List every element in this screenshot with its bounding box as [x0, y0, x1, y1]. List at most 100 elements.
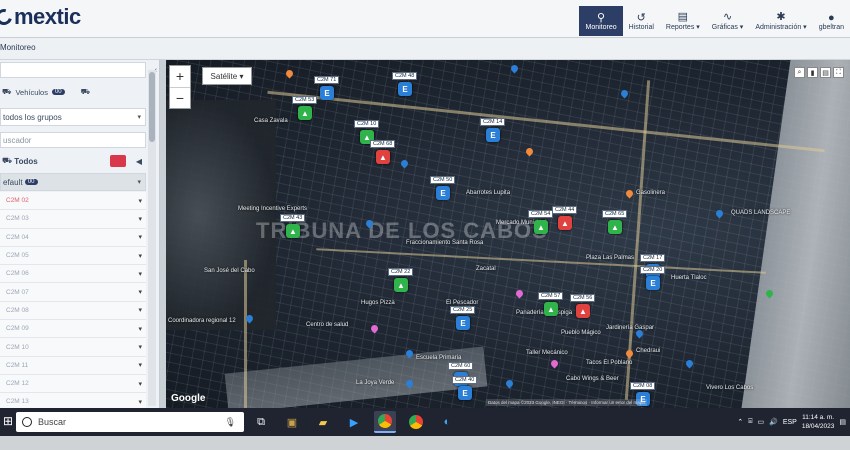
nav-item-4[interactable]: ✱ Administración ▾: [749, 6, 812, 36]
vehicle-marker-icon[interactable]: E: [646, 276, 660, 290]
map-place-label[interactable]: Centro de salud: [306, 322, 348, 328]
map-place-label[interactable]: Escuela Primaria: [416, 355, 461, 361]
list-item[interactable]: C2M 05 ▾: [0, 246, 146, 266]
vehicle-moving-icon[interactable]: ▲: [608, 220, 622, 234]
list-item[interactable]: C2M 07 ▾: [0, 283, 146, 302]
chrome-alt-icon[interactable]: [405, 411, 427, 433]
vehicle-alert-icon[interactable]: ▲: [558, 216, 572, 230]
map-place-label[interactable]: Taller Mecánico: [526, 350, 568, 356]
vehicle-label[interactable]: C2M 40: [452, 376, 478, 384]
map-place-label[interactable]: Coordinadora regional 12: [168, 318, 236, 324]
map-place-label[interactable]: Cabo Wings & Beer: [566, 376, 619, 382]
chevron-down-icon[interactable]: ▾: [138, 380, 142, 388]
todos-row[interactable]: ⛟ Todos ◀: [0, 152, 146, 170]
map-place-label[interactable]: Abarrotes Lupita: [466, 190, 510, 196]
chevron-down-icon[interactable]: ▾: [138, 270, 142, 278]
chevron-down-icon[interactable]: ▾: [138, 288, 142, 296]
groups-select[interactable]: todos los grupos ▾: [0, 108, 146, 126]
list-item[interactable]: C2M 03 ▾: [0, 210, 146, 229]
send-icon[interactable]: ◀: [136, 157, 142, 166]
group-default-row[interactable]: efault 00 ▾: [0, 173, 146, 191]
map-attribution[interactable]: Datos del mapa ©2023 Google, INEGI · Tér…: [486, 399, 647, 406]
vehicle-label[interactable]: C2M 53: [292, 96, 318, 104]
list-item[interactable]: C2M 10 ▾: [0, 338, 146, 357]
map-place-label[interactable]: Tacos El Poblano: [586, 360, 632, 366]
mail-icon[interactable]: [110, 155, 126, 167]
vehicle-label[interactable]: C2M 56: [570, 294, 596, 302]
chevron-down-icon[interactable]: ▾: [138, 233, 142, 241]
vehicle-label[interactable]: C2M 14: [480, 118, 506, 126]
chevron-down-icon[interactable]: ▾: [138, 398, 142, 406]
map-place-label[interactable]: Hugos Pizza: [361, 300, 395, 306]
search-map-icon[interactable]: ⌕: [794, 67, 805, 78]
list-item[interactable]: C2M 02 ▾: [0, 192, 146, 211]
vehicle-label[interactable]: C2M 44: [552, 206, 578, 214]
layers-icon[interactable]: ▤: [820, 67, 831, 78]
map-place-label[interactable]: Fraccionamiento Santa Rosa: [406, 240, 483, 246]
map-place-label[interactable]: Zacatal: [476, 266, 496, 272]
file-explorer-icon[interactable]: ▰: [312, 411, 334, 433]
edge-icon[interactable]: ◐: [436, 411, 458, 433]
vehicle-label[interactable]: C2M 20: [640, 266, 666, 274]
chrome-icon[interactable]: [374, 411, 396, 433]
app-logo[interactable]: mextic: [0, 4, 81, 30]
vehicle-label[interactable]: C2M 17: [640, 254, 666, 262]
tab-other[interactable]: ⛟: [81, 82, 90, 102]
map-place-label[interactable]: San José del Cabo: [204, 268, 255, 274]
chevron-down-icon[interactable]: ▾: [138, 215, 142, 223]
vehicle-moving-icon[interactable]: ▲: [286, 224, 300, 238]
vehicle-label[interactable]: C2M 08: [630, 382, 656, 390]
vehicle-label[interactable]: C2M 10: [354, 120, 380, 128]
vehicle-marker-icon[interactable]: E: [456, 316, 470, 330]
vehicle-moving-icon[interactable]: ▲: [394, 278, 408, 292]
tab-vehicles[interactable]: ⛟ Vehículos 00: [2, 82, 65, 102]
volume-icon[interactable]: 🔊: [769, 418, 778, 426]
vehicle-label[interactable]: C2M 57: [538, 292, 564, 300]
windows-start-icon[interactable]: ⊞: [3, 414, 13, 428]
bookmark-icon[interactable]: ▮: [807, 67, 818, 78]
vehicle-alert-icon[interactable]: ▲: [376, 150, 390, 164]
vehicle-label[interactable]: C2M 22: [388, 268, 414, 276]
vehicle-moving-icon[interactable]: ▲: [534, 220, 548, 234]
map-place-label[interactable]: QUADS LANDSCAPE: [731, 210, 790, 216]
map-place-label[interactable]: Chedraui: [636, 348, 660, 354]
nav-item-0[interactable]: ⚲ Monitoreo: [579, 6, 623, 36]
vehicle-label[interactable]: C2M 60: [448, 362, 474, 370]
vehicle-label[interactable]: C2M 71: [314, 76, 340, 84]
network-icon[interactable]: ⌸: [748, 418, 752, 426]
vehicle-label[interactable]: C2M 43: [280, 214, 306, 222]
chevron-down-icon[interactable]: ▾: [138, 306, 142, 314]
vehicle-marker-icon[interactable]: E: [398, 82, 412, 96]
map-place-label[interactable]: Meeting Incentive Experts: [238, 206, 307, 212]
list-item[interactable]: C2M 04 ▾: [0, 228, 146, 247]
map-place-label[interactable]: La Joya Verde: [356, 380, 394, 386]
vehicle-label[interactable]: C2M 65: [602, 210, 628, 218]
tray-chevron-icon[interactable]: ⌃: [737, 418, 743, 426]
vehicle-marker-icon[interactable]: E: [320, 86, 334, 100]
nav-item-1[interactable]: ↺ Historial: [623, 6, 660, 36]
vehicle-marker-icon[interactable]: E: [458, 386, 472, 400]
map-type-button[interactable]: Satélite ▾: [202, 67, 252, 85]
vehicle-marker-icon[interactable]: E: [486, 128, 500, 142]
language-indicator[interactable]: ESP: [783, 419, 797, 426]
vehicle-alert-icon[interactable]: ▲: [576, 304, 590, 318]
vehicle-label[interactable]: C2M 50: [430, 176, 456, 184]
chevron-down-icon[interactable]: ▾: [138, 343, 142, 351]
chevron-down-icon[interactable]: ▾: [138, 361, 142, 369]
notifications-icon[interactable]: ▤: [839, 418, 846, 426]
list-item[interactable]: C2M 08 ▾: [0, 301, 146, 321]
map-place-label[interactable]: Plaza Las Palmas: [586, 255, 634, 261]
clock[interactable]: 11:14 a. m. 18/04/2023: [802, 413, 835, 431]
nav-item-2[interactable]: ▤ Reportes ▾: [660, 6, 706, 36]
nav-item-5[interactable]: ● gbeltran: [813, 6, 850, 36]
list-item[interactable]: C2M 12 ▾: [0, 374, 146, 394]
vehicle-moving-icon[interactable]: ▲: [298, 106, 312, 120]
map-place-label[interactable]: Pueblo Mágico: [561, 330, 601, 336]
map-place-label[interactable]: Vivero Los Cabos: [706, 385, 753, 391]
map-place-label[interactable]: Huerta Tlaloc: [671, 275, 707, 281]
zoom-out-button[interactable]: −: [170, 87, 190, 108]
fullscreen-icon[interactable]: ⛶: [833, 67, 844, 78]
map-place-label[interactable]: Jardinería Gaspar: [606, 325, 654, 331]
taskbar-search[interactable]: Buscar 🎙: [16, 412, 244, 432]
vehicle-label[interactable]: C2M 68: [370, 140, 396, 148]
